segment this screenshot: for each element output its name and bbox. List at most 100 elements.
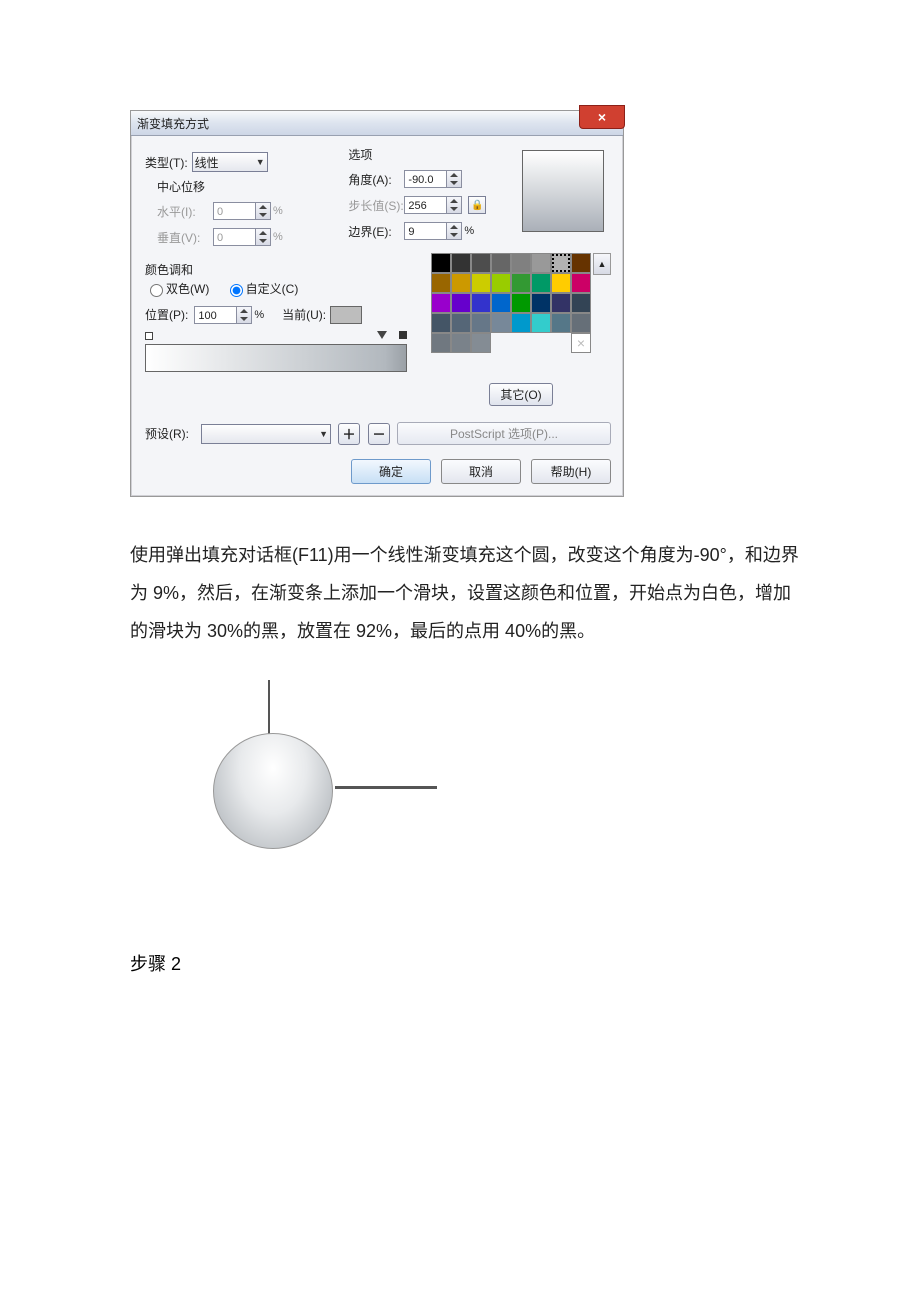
color-swatch[interactable] bbox=[551, 253, 571, 273]
chevron-down-icon: ▼ bbox=[319, 429, 328, 439]
cancel-button[interactable]: 取消 bbox=[441, 459, 521, 484]
dialog-title: 渐变填充方式 bbox=[137, 115, 209, 132]
gradient-end-handle[interactable] bbox=[399, 331, 407, 339]
color-swatch[interactable] bbox=[451, 273, 471, 293]
preset-label: 预设(R): bbox=[145, 425, 189, 442]
ok-button[interactable]: 确定 bbox=[351, 459, 431, 484]
color-swatch[interactable] bbox=[491, 313, 511, 333]
type-label: 类型(T): bbox=[145, 154, 188, 171]
step-2-heading: 步骤 2 bbox=[130, 950, 800, 976]
edge-unit: % bbox=[464, 225, 474, 237]
postscript-options-button[interactable]: PostScript 选项(P)... bbox=[397, 422, 611, 445]
position-spinner[interactable] bbox=[236, 306, 252, 324]
instruction-paragraph: 使用弹出填充对话框(F11)用一个线性渐变填充这个圆，改变这个角度为-90°，和… bbox=[130, 537, 800, 650]
color-swatch[interactable] bbox=[571, 253, 591, 273]
horiz-label: 水平(I): bbox=[157, 203, 213, 220]
custom-label: 自定义(C) bbox=[246, 280, 299, 297]
position-input[interactable]: 100 bbox=[194, 306, 236, 324]
current-label: 当前(U): bbox=[282, 306, 326, 323]
close-button[interactable]: × bbox=[579, 105, 625, 129]
color-swatch[interactable] bbox=[511, 273, 531, 293]
other-colors-button[interactable]: 其它(O) bbox=[489, 383, 552, 406]
two-color-label: 双色(W) bbox=[166, 280, 209, 297]
center-offset-label: 中心位移 bbox=[157, 178, 332, 195]
preset-remove-button[interactable]: － bbox=[368, 423, 390, 445]
horiz-spinner bbox=[255, 202, 271, 220]
color-swatch[interactable] bbox=[491, 293, 511, 313]
angle-spinner[interactable] bbox=[446, 170, 462, 188]
color-swatch[interactable] bbox=[451, 313, 471, 333]
color-swatch[interactable] bbox=[431, 333, 451, 353]
color-mix-label: 颜色调和 bbox=[145, 261, 419, 278]
gradient-preview bbox=[522, 150, 604, 232]
chevron-down-icon: ▼ bbox=[256, 157, 265, 167]
edge-spinner[interactable] bbox=[446, 222, 462, 240]
color-swatch[interactable] bbox=[451, 253, 471, 273]
no-color-swatch[interactable]: × bbox=[571, 333, 591, 353]
help-button[interactable]: 帮助(H) bbox=[531, 459, 611, 484]
gradient-start-handle[interactable] bbox=[145, 332, 153, 340]
two-color-radio[interactable]: 双色(W) bbox=[145, 280, 209, 297]
gradient-mid-handle[interactable] bbox=[377, 331, 387, 339]
step-label: 步长值(S): bbox=[348, 197, 404, 214]
color-swatch[interactable] bbox=[491, 253, 511, 273]
angle-label: 角度(A): bbox=[348, 171, 404, 188]
color-swatch[interactable] bbox=[451, 293, 471, 313]
gradient-strip[interactable] bbox=[145, 332, 405, 372]
color-swatch[interactable] bbox=[511, 293, 531, 313]
color-swatch[interactable] bbox=[431, 293, 451, 313]
preset-add-button[interactable]: ＋ bbox=[338, 423, 360, 445]
angle-input[interactable]: -90.0 bbox=[404, 170, 446, 188]
edge-label: 边界(E): bbox=[348, 223, 404, 240]
color-swatch[interactable] bbox=[511, 253, 531, 273]
color-swatch[interactable] bbox=[471, 253, 491, 273]
type-combo[interactable]: 线性 ▼ bbox=[192, 152, 268, 172]
vert-unit: % bbox=[273, 231, 283, 243]
palette-scroll-up[interactable]: ▲ bbox=[593, 253, 611, 275]
color-swatch[interactable] bbox=[551, 293, 571, 313]
color-swatch[interactable] bbox=[491, 273, 511, 293]
color-swatch[interactable] bbox=[571, 313, 591, 333]
step-input: 256 bbox=[404, 196, 446, 214]
current-color-swatch[interactable] bbox=[330, 306, 362, 324]
color-swatch[interactable] bbox=[471, 273, 491, 293]
vert-spinner bbox=[255, 228, 271, 246]
step-spinner bbox=[446, 196, 462, 214]
preset-combo[interactable]: ▼ bbox=[201, 424, 331, 444]
titlebar: 渐变填充方式 × bbox=[131, 111, 623, 136]
options-label: 选项 bbox=[348, 146, 506, 163]
ball-illustration bbox=[180, 680, 440, 880]
color-swatch[interactable] bbox=[451, 333, 471, 353]
custom-radio[interactable]: 自定义(C) bbox=[225, 280, 299, 297]
horiz-input: 0 bbox=[213, 202, 255, 220]
color-swatch[interactable] bbox=[511, 313, 531, 333]
gradient-ball bbox=[213, 733, 333, 849]
color-swatch[interactable] bbox=[471, 293, 491, 313]
color-swatch[interactable] bbox=[571, 273, 591, 293]
gradient-fill-dialog: 渐变填充方式 × 类型(T): 线性 ▼ 中心位移 bbox=[130, 110, 624, 497]
color-swatch[interactable] bbox=[471, 333, 491, 353]
color-swatch[interactable] bbox=[531, 253, 551, 273]
color-swatch[interactable] bbox=[431, 253, 451, 273]
color-swatch[interactable] bbox=[431, 313, 451, 333]
color-swatch[interactable] bbox=[531, 293, 551, 313]
type-value: 线性 bbox=[195, 154, 219, 171]
horizontal-line bbox=[335, 786, 437, 789]
color-swatch[interactable] bbox=[571, 293, 591, 313]
gradient-bar[interactable] bbox=[145, 344, 407, 372]
edge-input[interactable]: 9 bbox=[404, 222, 446, 240]
color-swatch[interactable] bbox=[551, 273, 571, 293]
position-unit: % bbox=[254, 309, 264, 321]
vert-input: 0 bbox=[213, 228, 255, 246]
color-palette[interactable]: × ▲ bbox=[431, 253, 611, 353]
vert-label: 垂直(V): bbox=[157, 229, 213, 246]
position-label: 位置(P): bbox=[145, 306, 188, 323]
lock-icon[interactable]: 🔒 bbox=[468, 196, 486, 214]
horiz-unit: % bbox=[273, 205, 283, 217]
color-swatch[interactable] bbox=[551, 313, 571, 333]
close-icon: × bbox=[598, 109, 606, 125]
color-swatch[interactable] bbox=[531, 313, 551, 333]
color-swatch[interactable] bbox=[471, 313, 491, 333]
color-swatch[interactable] bbox=[531, 273, 551, 293]
color-swatch[interactable] bbox=[431, 273, 451, 293]
